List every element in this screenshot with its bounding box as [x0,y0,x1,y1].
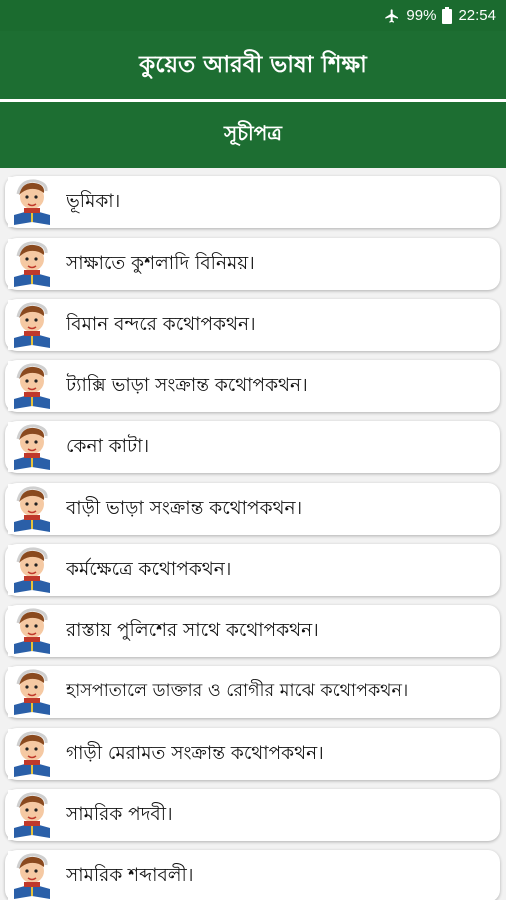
list-item-label: হাসপাতালে ডাক্তার ও রোগীর মাঝে কথোপকথন। [66,680,409,701]
list-item[interactable]: গাড়ী মেরামত সংক্রান্ত কথোপকথন। [5,728,500,780]
list-item-label: বিমান বন্দরে কথোপকথন। [66,313,256,335]
list-item[interactable]: রাস্তায় পুলিশের সাথে কথোপকথন। [5,605,500,657]
list-item[interactable]: সামরিক পদবী। [5,789,500,841]
student-reading-icon [8,239,56,289]
clock: 22:54 [458,7,496,24]
student-reading-icon [8,177,56,227]
list-item-label: কেনা কাটা। [66,435,150,457]
list-item[interactable]: কেনা কাটা। [5,421,500,473]
airplane-mode-icon [384,8,400,24]
app-bar: কুয়েত আরবী ভাষা শিক্ষা [0,31,506,99]
list-item-label: সামরিক পদবী। [66,803,173,825]
list-item-label: ভূমিকা। [66,190,121,212]
section-header: সূচীপত্র [0,102,506,168]
list-item-label: গাড়ী মেরামত সংক্রান্ত কথোপকথন। [66,742,324,764]
list-item[interactable]: সাক্ষাতে কুশলাদি বিনিময়। [5,238,500,290]
list-item[interactable]: বিমান বন্দরে কথোপকথন। [5,299,500,351]
section-title: সূচীপত্র [224,120,282,145]
student-reading-icon [8,545,56,595]
list-item-label: সাক্ষাতে কুশলাদি বিনিময়। [66,252,255,274]
list-item[interactable]: ট্যাক্সি ভাড়া সংক্রান্ত কথোপকথন। [5,360,500,412]
list-item-label: সামরিক শব্দাবলী। [66,864,194,886]
student-reading-icon [8,790,56,840]
student-reading-icon [8,484,56,534]
list-item-label: ট্যাক্সি ভাড়া সংক্রান্ত কথোপকথন। [66,374,308,396]
app-title: কুয়েত আরবী ভাষা শিক্ষা [139,51,367,78]
list-item[interactable]: হাসপাতালে ডাক্তার ও রোগীর মাঝে কথোপকথন। [5,666,500,718]
student-reading-icon [8,422,56,472]
student-reading-icon [8,667,56,717]
student-reading-icon [8,361,56,411]
battery-percentage: 99% [406,7,437,24]
student-reading-icon [8,300,56,350]
list-item[interactable]: সামরিক শব্দাবলী। [5,850,500,900]
list-item[interactable]: কর্মক্ষেত্রে কথোপকথন। [5,544,500,596]
battery-icon [442,7,453,24]
student-reading-icon [8,606,56,656]
list-item-label: কর্মক্ষেত্রে কথোপকথন। [66,558,232,580]
student-reading-icon [8,851,56,900]
student-reading-icon [8,729,56,779]
chapter-list[interactable]: ভূমিকা। সাক্ষাতে কুশলাদি বিনিময়। বিমান … [0,168,506,900]
list-item-label: বাড়ী ভাড়া সংক্রান্ত কথোপকথন। [66,497,303,519]
list-item[interactable]: বাড়ী ভাড়া সংক্রান্ত কথোপকথন। [5,483,500,535]
status-bar: 99% 22:54 [0,0,506,31]
list-item[interactable]: ভূমিকা। [5,176,500,228]
list-item-label: রাস্তায় পুলিশের সাথে কথোপকথন। [66,619,319,641]
